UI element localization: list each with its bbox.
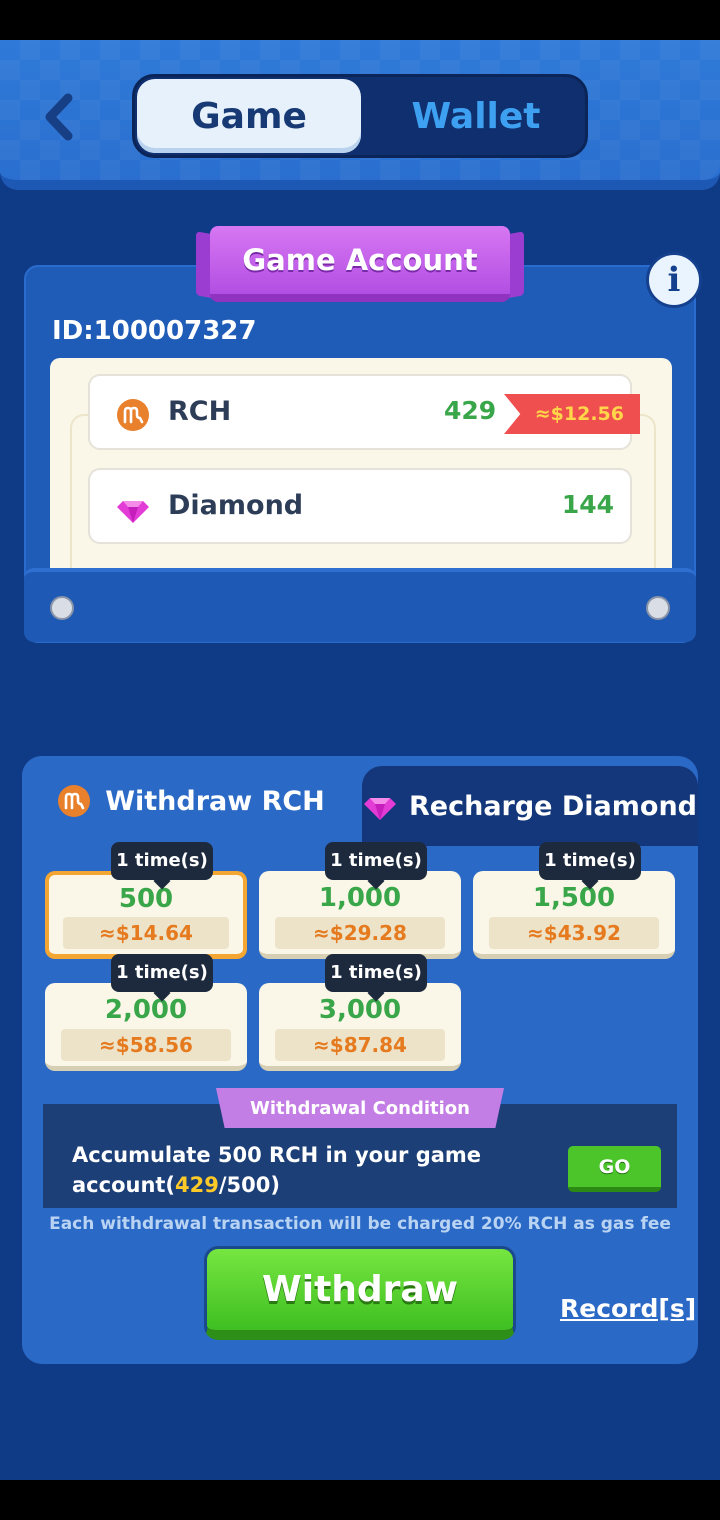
info-icon: i (667, 260, 681, 300)
go-button[interactable]: GO (568, 1146, 661, 1192)
times-badge: 1 time(s) (325, 842, 427, 880)
option-usd: ≈$43.92 (489, 917, 659, 949)
asset-name-rch: RCH (168, 396, 232, 427)
asset-row-diamond: Diamond 144 (88, 468, 632, 544)
rch-coin-icon (58, 785, 91, 817)
asset-name-diamond: Diamond (168, 490, 304, 521)
chevron-left-icon (45, 93, 73, 141)
asset-value-diamond: 144 (561, 490, 614, 519)
tab-recharge-label: Recharge Diamond (408, 790, 698, 822)
top-header: Game Wallet (0, 40, 720, 190)
withdraw-option-2000[interactable]: 2,000 ≈$58.56 (45, 983, 247, 1071)
option-usd: ≈$14.64 (63, 917, 229, 949)
withdraw-option-1000[interactable]: 1,000 ≈$29.28 (259, 871, 461, 959)
rch-usd-value: ≈$12.56 (504, 394, 640, 434)
times-badge: 1 time(s) (539, 842, 641, 880)
info-button[interactable]: i (646, 252, 702, 308)
system-nav-bar (0, 1480, 720, 1520)
option-amount: 500 (118, 884, 174, 914)
diamond-icon (363, 798, 396, 820)
times-badge: 1 time(s) (325, 954, 427, 992)
option-amount: 1,500 (532, 883, 616, 913)
option-amount: 3,000 (318, 995, 402, 1025)
condition-current-value: 429 (175, 1173, 219, 1197)
withdraw-option-500[interactable]: 500 ≈$14.64 (45, 871, 247, 959)
gas-fee-note: Each withdrawal transaction will be char… (49, 1214, 671, 1234)
tab-recharge-diamond[interactable]: Recharge Diamond (362, 766, 698, 846)
times-badge: 1 time(s) (111, 842, 213, 880)
option-usd: ≈$58.56 (61, 1029, 231, 1061)
times-badge: 1 time(s) (111, 954, 213, 992)
back-button[interactable] (38, 92, 78, 142)
tab-game[interactable]: Game (137, 79, 361, 153)
withdraw-option-3000[interactable]: 3,000 ≈$87.84 (259, 983, 461, 1071)
game-wallet-switch: Game Wallet (132, 74, 588, 158)
withdraw-option-1500[interactable]: 1,500 ≈$43.92 (473, 871, 675, 959)
tab-withdraw-rch[interactable]: Withdraw RCH (22, 756, 360, 846)
asset-value-rch: 429 (444, 396, 497, 425)
option-amount: 2,000 (104, 995, 188, 1025)
game-account-title: Game Account (210, 226, 510, 302)
option-amount: 1,000 (318, 883, 402, 913)
rivet-left (50, 596, 74, 620)
option-usd: ≈$87.84 (275, 1029, 445, 1061)
withdrawal-condition-text: Accumulate 500 RCH in your game account(… (72, 1143, 482, 1197)
status-bar (0, 0, 720, 40)
records-link[interactable]: Record[s] (560, 1294, 696, 1323)
diamond-icon (117, 501, 149, 523)
ledger-bottom-bar (24, 568, 696, 642)
rivet-right (646, 596, 670, 620)
withdraw-button[interactable]: Withdraw (204, 1246, 516, 1340)
game-account-ribbon: Game Account (196, 222, 524, 310)
tab-wallet[interactable]: Wallet (365, 79, 587, 153)
account-id: ID:100007327 (52, 316, 257, 346)
tab-withdraw-label: Withdraw RCH (105, 785, 325, 817)
option-usd: ≈$29.28 (275, 917, 445, 949)
withdrawal-condition-title: Withdrawal Condition (216, 1088, 504, 1128)
rch-coin-icon (117, 399, 149, 431)
